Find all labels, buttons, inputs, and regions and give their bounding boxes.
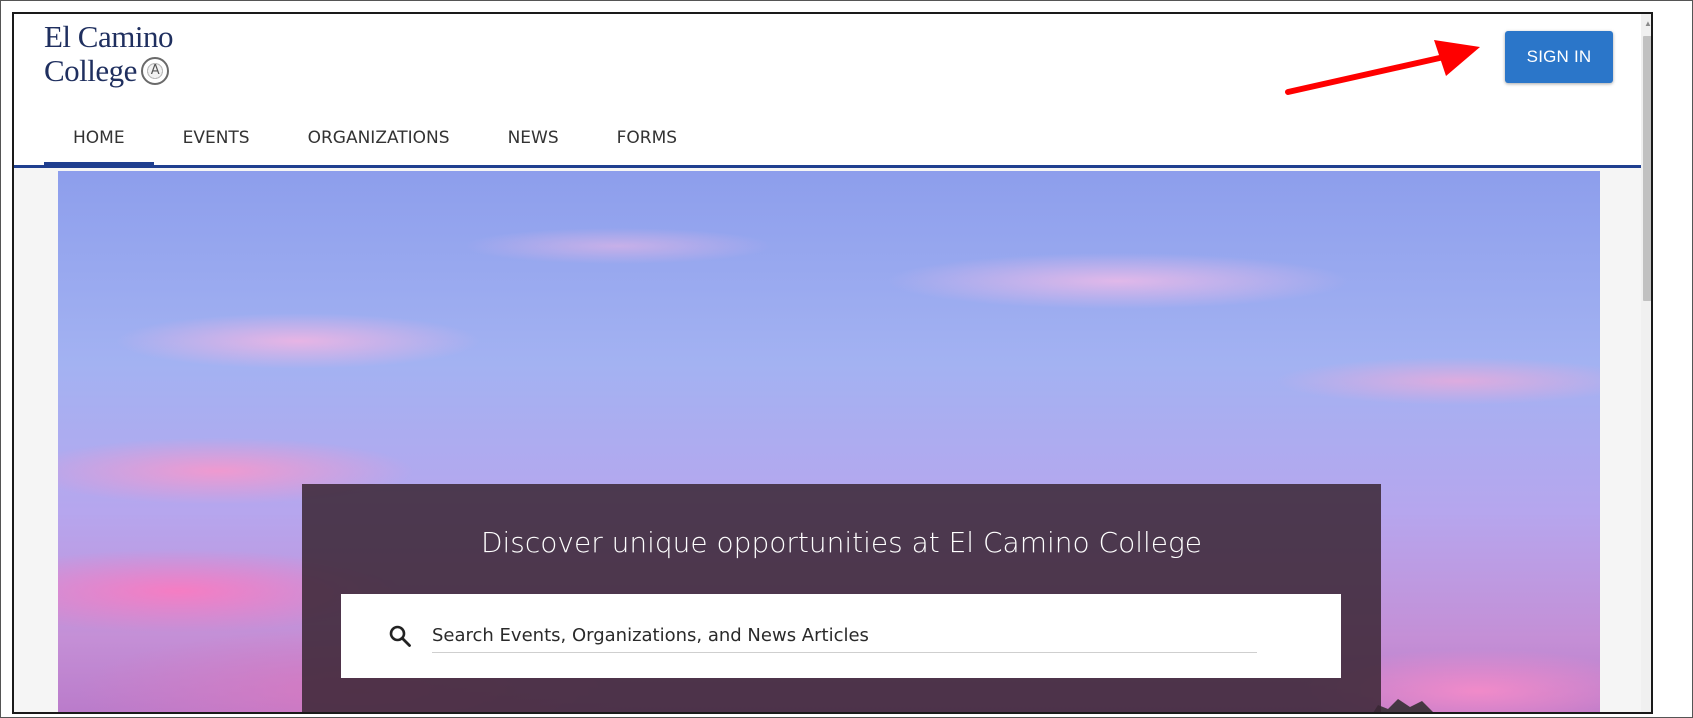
site-header: El Camino College SIGN IN HOME EVENTS OR… [14,14,1641,168]
logo-line-2-text: College [44,53,137,88]
logo-line-2: College [44,54,173,88]
college-seal-icon [140,57,169,85]
main-nav: HOME EVENTS ORGANIZATIONS NEWS FORMS [44,110,706,168]
college-logo[interactable]: El Camino College [44,20,173,88]
scrollbar-thumb[interactable] [1643,36,1651,301]
nav-tab-organizations[interactable]: ORGANIZATIONS [279,110,479,166]
nav-tab-news[interactable]: NEWS [479,110,588,166]
sign-in-button[interactable]: SIGN IN [1505,31,1613,83]
nav-tab-forms[interactable]: FORMS [588,110,706,166]
search-panel: Discover unique opportunities at El Cami… [302,484,1381,712]
search-icon[interactable] [388,624,412,648]
browser-viewport: El Camino College SIGN IN HOME EVENTS OR… [12,12,1653,714]
logo-line-1: El Camino [44,19,173,54]
nav-tab-home[interactable]: HOME [44,110,154,168]
search-box [341,594,1341,678]
hero-tagline: Discover unique opportunities at El Cami… [480,526,1203,559]
annotation-arrow-icon [1285,40,1480,95]
scroll-up-arrow-icon[interactable]: ▲ [1641,14,1651,32]
search-input[interactable] [432,619,1257,653]
nav-tab-events[interactable]: EVENTS [154,110,279,166]
vertical-scrollbar[interactable]: ▲ [1641,14,1651,712]
